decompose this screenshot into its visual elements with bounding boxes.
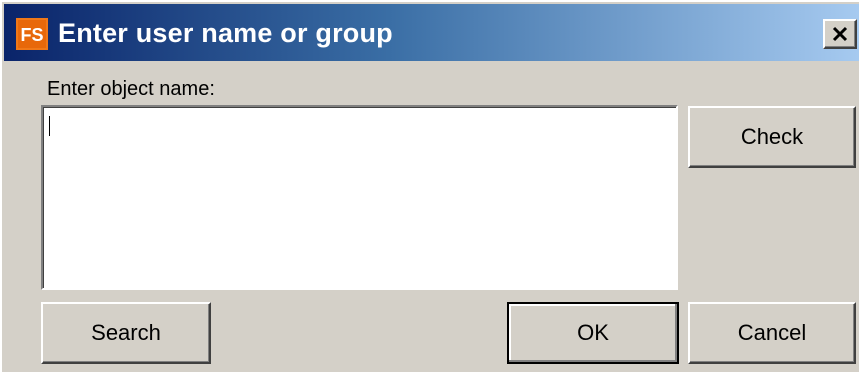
cancel-button[interactable]: Cancel (688, 302, 856, 364)
check-names-button[interactable]: Check (688, 106, 856, 168)
text-caret (49, 116, 50, 136)
enter-user-or-group-dialog: FS Enter user name or group Enter object… (0, 0, 859, 372)
window-title: Enter user name or group (58, 18, 393, 48)
close-icon (832, 26, 848, 42)
fs-app-icon: FS (16, 18, 48, 50)
close-button[interactable] (823, 19, 857, 49)
svg-text:FS: FS (20, 25, 43, 45)
ok-button[interactable]: OK (507, 302, 679, 364)
object-name-input[interactable] (41, 105, 678, 290)
title-bar[interactable]: FS Enter user name or group (4, 4, 859, 61)
search-button[interactable]: Search (41, 302, 211, 364)
object-name-label: Enter object name: (47, 78, 215, 100)
